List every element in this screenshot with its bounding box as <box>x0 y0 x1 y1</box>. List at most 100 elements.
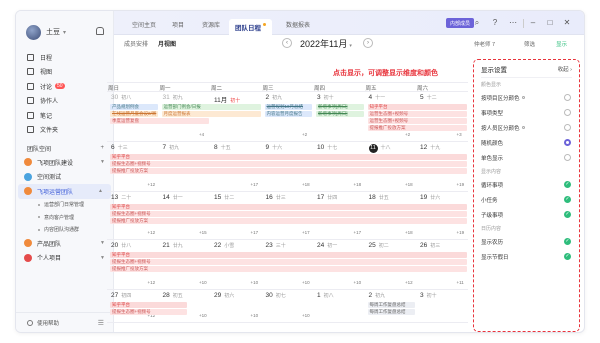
more-events-link[interactable]: +10 <box>251 313 259 318</box>
more-events-link[interactable]: +10 <box>199 313 207 318</box>
day-number[interactable]: 28 初五 <box>163 292 183 299</box>
more-events-link[interactable]: +3 <box>457 132 462 137</box>
day-number[interactable]: 21 廿九 <box>163 242 183 249</box>
more-events-link[interactable]: +12 <box>148 230 156 235</box>
day-number[interactable]: 22 小雪 <box>214 242 234 249</box>
day-number[interactable]: 9 十六 <box>266 144 283 151</box>
day-number[interactable]: 26 初三 <box>420 242 440 249</box>
day-number[interactable]: 13 二十 <box>111 194 131 201</box>
day-number[interactable]: 29 初六 <box>214 292 234 299</box>
checked-icon[interactable]: ✓ <box>564 211 571 218</box>
sidebar-item-collaborators[interactable]: 协作人 <box>16 94 113 109</box>
event-chip[interactable]: 运营生态圈+视频号 <box>367 111 467 117</box>
sub-item-2[interactable]: 内容团队沟通群 <box>16 224 113 237</box>
more-events-link[interactable]: +17 <box>251 230 259 235</box>
event-chip[interactable]: 提报推广投放方案 <box>110 218 467 224</box>
day-number[interactable]: 30 初八 <box>111 94 131 101</box>
day-number[interactable]: 4 十一 <box>369 94 386 101</box>
sidebar-item-schedule[interactable]: 日程 <box>16 50 113 65</box>
more-events-link[interactable]: +11 <box>457 280 464 285</box>
event-chip[interactable]: 每周工作复盘总结 <box>367 302 415 308</box>
content-option[interactable]: 循环事项 ✓ <box>481 177 571 192</box>
bell-icon[interactable] <box>96 27 104 35</box>
radio-button[interactable] <box>564 124 571 131</box>
day-number[interactable]: 17 廿四 <box>317 194 337 201</box>
sidebar-item-discuss[interactable]: 讨论 50 <box>16 79 113 94</box>
more-events-link[interactable]: +19 <box>457 182 465 187</box>
day-number[interactable]: 14 廿一 <box>163 194 183 201</box>
day-number[interactable]: 24 初一 <box>317 242 337 249</box>
more-events-link[interactable]: +4 <box>199 132 204 137</box>
more-events-link[interactable]: +17 <box>302 230 310 235</box>
content-option[interactable]: 子级事项 ✓ <box>481 207 571 222</box>
tab-projects[interactable]: 项目 <box>166 17 190 31</box>
color-option[interactable]: 按项目区分颜色 <box>481 90 571 105</box>
event-chip[interactable]: 提报生态圈+视频号 <box>110 309 188 315</box>
day-number[interactable]: 8 十五 <box>214 144 231 151</box>
event-chip[interactable]: 知乎平台 <box>367 104 467 110</box>
minimize-icon[interactable]: – <box>528 18 538 28</box>
day-number[interactable]: 25 初二 <box>369 242 389 249</box>
avatar[interactable] <box>26 24 41 40</box>
event-chip[interactable]: 提报生态圈+视频号 <box>110 161 467 167</box>
event-chip[interactable]: 运营生态圈+视频号 <box>367 118 467 124</box>
checked-icon[interactable]: ✓ <box>564 253 571 260</box>
more-events-link[interactable]: +10 <box>354 280 362 285</box>
more-events-link[interactable]: +10 <box>302 280 310 285</box>
event-chip[interactable]: 在线运营月度会议2/周 <box>110 111 158 117</box>
event-chip[interactable]: 新增事项[周日] <box>316 111 364 117</box>
day-number[interactable]: 1 初八 <box>317 292 334 299</box>
more-events-link[interactable]: +18 <box>405 230 413 235</box>
team-item-1[interactable]: 空间测试 <box>16 170 113 185</box>
sub-item-1[interactable]: 意向客户管理 <box>16 211 113 224</box>
event-chip[interactable]: 新增事项[周日] <box>316 104 364 110</box>
more-events-link[interactable]: +12 <box>148 280 156 285</box>
chevron-down-icon[interactable]: ▼ <box>100 255 105 261</box>
team-item-0[interactable]: 飞项团队建设 ▼ <box>16 155 113 170</box>
more-icon[interactable]: ⋯ <box>508 18 518 28</box>
event-chip[interactable]: 知乎平台 <box>110 302 188 308</box>
day-number[interactable]: 23 三十 <box>266 242 286 249</box>
more-events-link[interactable]: +12 <box>405 280 413 285</box>
day-number[interactable]: 3 初十 <box>317 94 334 101</box>
event-chip[interactable]: 提报生态圈+视频号 <box>110 211 467 217</box>
tab-space-home[interactable]: 空间主页 <box>126 17 162 31</box>
member-filter[interactable]: 仲老师 7 <box>474 40 495 48</box>
event-chip[interactable]: 产品规划例会 <box>110 104 158 110</box>
tab-team-schedule[interactable]: 团队日程 <box>229 19 272 35</box>
event-chip[interactable]: 提报推广投放方案 <box>110 168 467 174</box>
event-chip[interactable]: 知乎平台 <box>110 154 467 160</box>
more-events-link[interactable]: +18 <box>405 182 413 187</box>
radio-button[interactable] <box>564 154 571 161</box>
team-item-3[interactable]: 产品团队 ▼ <box>16 236 113 251</box>
calendar-option[interactable]: 显示农历 ✓ <box>481 234 571 249</box>
day-number[interactable]: 11月 初十 <box>214 94 240 104</box>
event-chip[interactable]: 季度运营复盘 <box>110 118 209 124</box>
more-events-link[interactable]: +12 <box>148 182 156 187</box>
checked-icon[interactable]: ✓ <box>564 196 571 203</box>
day-number[interactable]: 6 十三 <box>111 144 128 151</box>
event-chip[interactable]: 提报推广投放方案 <box>110 266 467 272</box>
day-number[interactable]: 31 初九 <box>163 94 183 101</box>
day-number[interactable]: 30 初七 <box>266 292 286 299</box>
chevron-down-icon[interactable]: ▼ <box>100 240 105 246</box>
event-chip[interactable]: 内容运营月度报告 <box>264 111 312 117</box>
menu-icon[interactable]: ☰ <box>98 319 104 327</box>
radio-button[interactable] <box>564 94 571 101</box>
event-chip[interactable]: 运营规划10月总结 <box>264 104 312 110</box>
day-number[interactable]: 10 十七 <box>317 144 337 151</box>
event-chip[interactable]: 知乎平台 <box>110 252 467 258</box>
radio-button[interactable] <box>564 109 571 116</box>
month-view-toggle[interactable]: 月视图 <box>158 39 176 48</box>
sidebar-item-folders[interactable]: 文件夹 <box>16 123 113 138</box>
day-number[interactable]: 18 廿五 <box>369 194 389 201</box>
day-number[interactable]: 5 十二 <box>420 94 437 101</box>
day-number[interactable]: 3 初十 <box>420 292 437 299</box>
checked-icon[interactable]: ✓ <box>564 238 571 245</box>
help-icon[interactable] <box>27 319 33 326</box>
calendar-option[interactable]: 显示节假日 ✓ <box>481 249 571 264</box>
member-schedule-toggle[interactable]: 成员安排 <box>124 39 148 48</box>
day-number[interactable]: 27 初四 <box>111 292 131 299</box>
event-chip[interactable]: 每周工作复盘总结 <box>367 309 415 315</box>
more-events-link[interactable]: +19 <box>457 230 465 235</box>
